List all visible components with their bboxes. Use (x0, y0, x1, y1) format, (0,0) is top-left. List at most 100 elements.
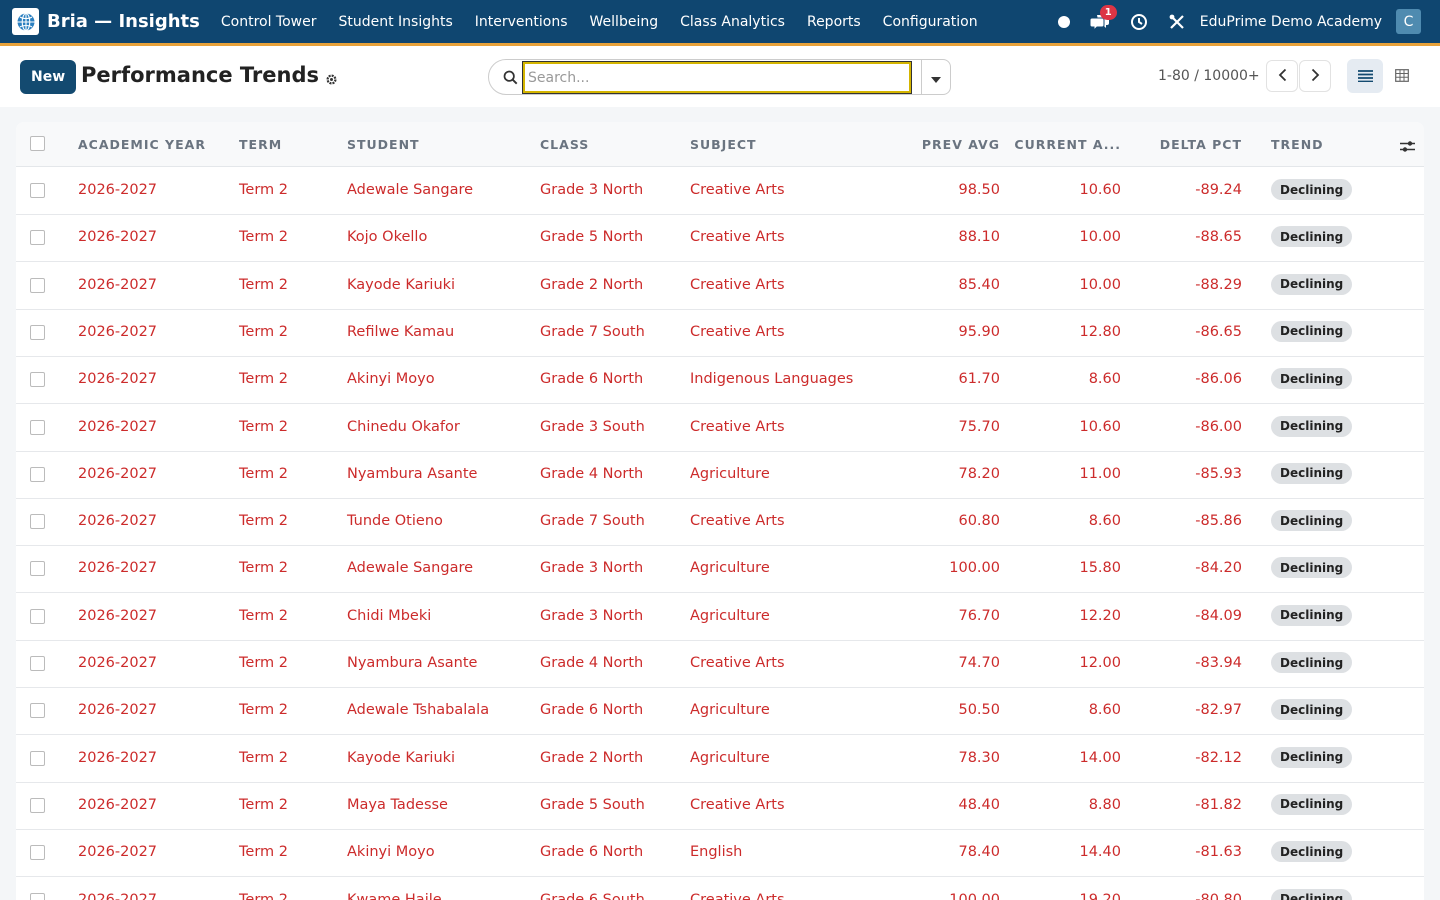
row-checkbox[interactable] (30, 230, 45, 246)
table-row[interactable]: 2026-2027 Term 2 Maya Tadesse Grade 5 South… (16, 783, 1424, 830)
table-row[interactable]: 2026-2027 Term 2 Chinedu Okafor Grade 3 Sou… (16, 405, 1424, 452)
table-row[interactable]: 2026-2027 Term 2 Nyambura Asante Grade 4 No… (16, 452, 1424, 499)
cell-subject: Creative Arts (690, 418, 785, 435)
cell-term: Term 2 (239, 655, 288, 671)
column-term[interactable]: TERM (239, 137, 282, 152)
cell-academic-year: 2026-2027 (78, 182, 158, 198)
cell-student: Nyambura Asante (347, 465, 478, 482)
cell-subject: Creative Arts (690, 323, 785, 340)
table-header: ACADEMIC YEAR TERM STUDENT CLASS SUBJECT… (16, 122, 1424, 167)
row-checkbox[interactable] (30, 466, 45, 482)
chat-icon[interactable]: 1 (1089, 4, 1117, 31)
column-class[interactable]: CLASS (540, 137, 589, 152)
user-avatar[interactable]: C (1396, 9, 1421, 34)
column-prev-avg[interactable]: PREV AVG (922, 137, 1000, 152)
menu-item-configuration[interactable]: Configuration (883, 14, 978, 30)
cell-term: Term 2 (239, 371, 288, 388)
menu-item-class-analytics[interactable]: Class Analytics (680, 14, 785, 30)
cell-prev-avg: 60.80 (958, 513, 1000, 530)
table-row[interactable]: 2026-2027 Term 2 Tunde Otieno Grade 7 South… (16, 499, 1424, 547)
menu-item-control-tower[interactable]: Control Tower (221, 14, 317, 30)
search-icon (503, 70, 518, 89)
row-checkbox[interactable] (30, 750, 45, 766)
gear-icon[interactable] (325, 71, 338, 90)
table-row[interactable]: 2026-2027 Term 2 Kojo Okello Grade 5 North C… (16, 215, 1424, 263)
globe-logo-icon (12, 8, 39, 35)
column-settings-icon[interactable] (1400, 138, 1415, 157)
clock-icon[interactable] (1130, 13, 1148, 31)
row-checkbox[interactable] (30, 892, 45, 900)
table-row[interactable]: 2026-2027 Term 2 Adewale Tshabalala Grade 6… (16, 688, 1424, 736)
search-options-toggle[interactable] (921, 59, 951, 95)
list-view-button[interactable] (1347, 59, 1383, 93)
row-checkbox[interactable] (30, 372, 45, 388)
table-row[interactable]: 2026-2027 Term 2 Akinyi Moyo Grade 6 North I… (16, 357, 1424, 405)
cell-class: Grade 6 North (540, 702, 644, 719)
brand[interactable]: Bria — Insights (12, 8, 210, 35)
cell-class: Grade 6 South (540, 891, 645, 900)
table-row[interactable]: 2026-2027 Term 2 Akinyi Moyo Grade 6 North E… (16, 830, 1424, 878)
table-row[interactable]: 2026-2027 Term 2 Adewale Sangare Grade 3 No… (16, 168, 1424, 215)
cell-current-avg: 14.00 (1079, 749, 1121, 766)
menu-item-interventions[interactable]: Interventions (475, 14, 568, 30)
row-checkbox[interactable] (30, 797, 45, 813)
status-dot-icon[interactable] (1057, 15, 1070, 28)
table-row[interactable]: 2026-2027 Term 2 Adewale Sangare Grade 3 No… (16, 546, 1424, 594)
cell-delta-pct: -81.63 (1195, 844, 1242, 861)
cell-student: Chidi Mbeki (347, 607, 432, 624)
row-checkbox[interactable] (30, 561, 45, 577)
row-checkbox[interactable] (30, 419, 45, 435)
column-student[interactable]: STUDENT (347, 137, 420, 152)
new-button[interactable]: New (20, 60, 77, 94)
company-switcher[interactable]: EduPrime Demo Academy (1200, 14, 1382, 30)
pivot-view-button[interactable] (1384, 59, 1420, 93)
menu-item-reports[interactable]: Reports (807, 14, 861, 30)
cell-delta-pct: -84.09 (1195, 607, 1242, 624)
table-row[interactable]: 2026-2027 Term 2 Refilwe Kamau Grade 7 Sout… (16, 310, 1424, 357)
cell-current-avg: 10.60 (1079, 418, 1121, 435)
tools-icon[interactable] (1168, 13, 1186, 31)
cell-current-avg: 12.00 (1079, 655, 1121, 671)
row-checkbox[interactable] (30, 277, 45, 293)
menu-item-wellbeing[interactable]: Wellbeing (590, 14, 659, 30)
trend-badge: Declining (1271, 746, 1353, 768)
row-checkbox[interactable] (30, 703, 45, 719)
cell-class: Grade 4 North (540, 655, 644, 671)
cell-term: Term 2 (239, 276, 288, 293)
cell-prev-avg: 76.70 (958, 607, 1000, 624)
search-input[interactable] (522, 61, 912, 94)
pivot-view-icon (1395, 67, 1409, 86)
table-row[interactable]: 2026-2027 Term 2 Kayode Kariuki Grade 2 Nor… (16, 263, 1424, 310)
pager-previous-button[interactable] (1266, 60, 1298, 92)
chevron-left-icon (1278, 67, 1287, 86)
app-title: Bria — Insights (47, 11, 200, 32)
row-checkbox[interactable] (30, 608, 45, 624)
row-checkbox[interactable] (30, 324, 45, 340)
column-current-avg[interactable]: CURRENT A... (1014, 137, 1121, 152)
cell-delta-pct: -82.97 (1195, 702, 1242, 719)
cell-student: Adewale Sangare (347, 182, 474, 198)
row-checkbox[interactable] (30, 845, 45, 861)
menu-item-student-insights[interactable]: Student Insights (338, 14, 452, 30)
row-checkbox[interactable] (30, 514, 45, 530)
column-academic-year[interactable]: ACADEMIC YEAR (78, 137, 206, 152)
pager-next-button[interactable] (1299, 60, 1331, 92)
column-subject[interactable]: SUBJECT (690, 137, 757, 152)
row-checkbox[interactable] (30, 656, 45, 671)
table-row[interactable]: 2026-2027 Term 2 Chidi Mbeki Grade 3 North A… (16, 594, 1424, 641)
list-view-icon (1357, 67, 1373, 86)
column-trend[interactable]: TREND (1271, 137, 1324, 152)
row-checkbox[interactable] (30, 183, 45, 198)
table-row[interactable]: 2026-2027 Term 2 Kayode Kariuki Grade 2 Nor… (16, 736, 1424, 783)
cell-subject: Agriculture (690, 607, 770, 624)
main-menu: Control Tower Student Insights Intervent… (210, 14, 989, 30)
pager-value[interactable]: 1-80 / 10000+ (1158, 68, 1260, 84)
select-all-checkbox[interactable] (30, 136, 45, 151)
table-row[interactable]: 2026-2027 Term 2 Nyambura Asante Grade 4 No… (16, 641, 1424, 688)
column-delta-pct[interactable]: DELTA PCT (1160, 137, 1242, 152)
trend-badge: Declining (1271, 793, 1353, 815)
cell-current-avg: 8.60 (1088, 371, 1121, 388)
trend-badge: Declining (1271, 368, 1353, 390)
table-row[interactable]: 2026-2027 Term 2 Kwame Haile Grade 6 South C… (16, 878, 1424, 900)
cell-academic-year: 2026-2027 (78, 702, 158, 719)
